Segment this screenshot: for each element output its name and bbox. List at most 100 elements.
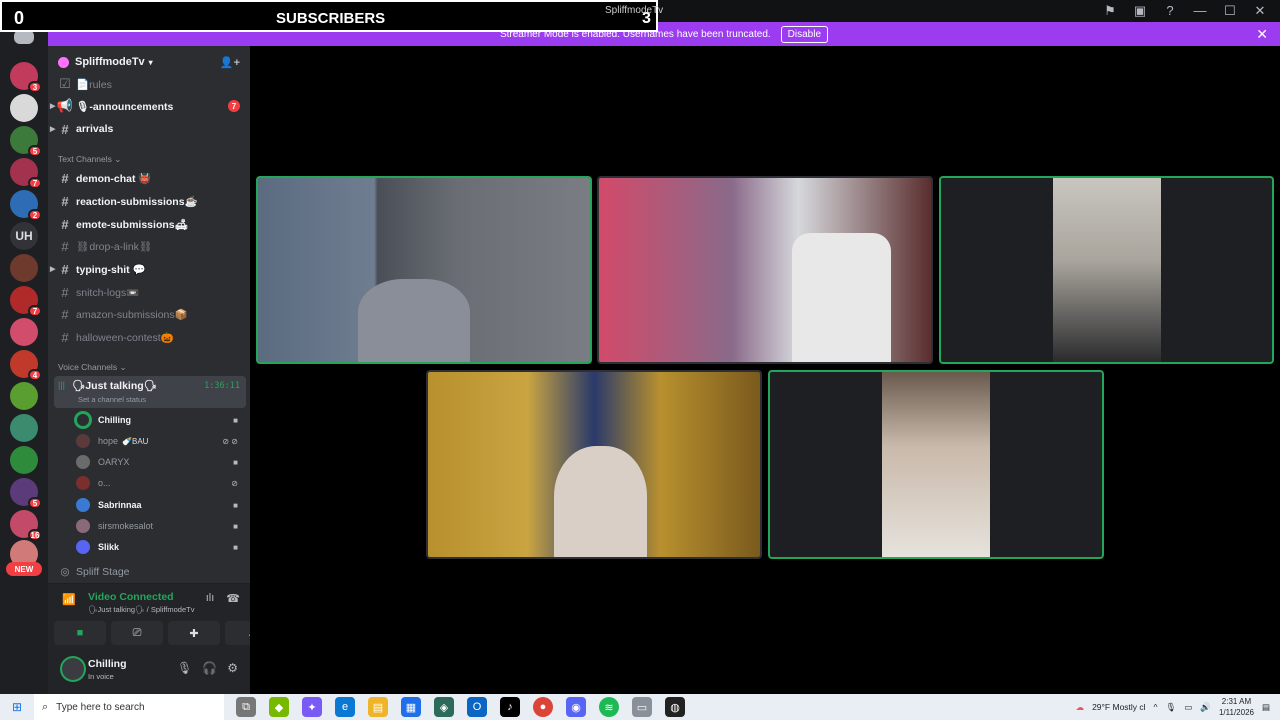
hash-icon: # xyxy=(61,306,69,322)
voice-user[interactable]: o... ⊘ xyxy=(76,473,246,493)
chevron-up-icon[interactable]: ^ xyxy=(1154,702,1158,712)
disable-button[interactable]: Disable xyxy=(780,25,829,43)
video-tile[interactable] xyxy=(256,176,592,364)
channel-status[interactable]: Set a channel status xyxy=(78,395,146,404)
close-icon[interactable]: ✕ xyxy=(1256,26,1268,43)
server-icon[interactable]: 16 xyxy=(10,510,42,541)
rules-icon: ☑ xyxy=(59,76,71,91)
server-icon[interactable] xyxy=(10,94,38,122)
user-panel: Chilling In voice 🎙 🎧 ⚙ xyxy=(48,649,250,694)
channel-spliff-stage[interactable]: ◎ Spliff Stage xyxy=(56,566,129,578)
server-icon[interactable]: 5 xyxy=(10,478,42,509)
nvidia-icon[interactable]: ◆ xyxy=(269,697,289,717)
server-icon[interactable]: 7 xyxy=(10,286,42,317)
video-tile[interactable] xyxy=(939,176,1274,364)
channel-item[interactable]: # amazon-submissions📦 xyxy=(56,304,246,324)
new-badge[interactable]: NEW xyxy=(6,562,42,576)
voice-user[interactable]: sirsmokesalot ■ xyxy=(76,516,246,536)
volume-icon[interactable]: 🔊 xyxy=(1200,702,1211,713)
notifications-icon[interactable]: ▤ xyxy=(1262,702,1270,713)
weather-text[interactable]: 29°F Mostly cl xyxy=(1092,702,1145,712)
close-window-icon[interactable]: ✕ xyxy=(1252,3,1268,19)
user-name[interactable]: Chilling xyxy=(88,658,127,670)
help-icon[interactable]: ? xyxy=(1162,3,1178,19)
obs-icon[interactable]: ◍ xyxy=(665,697,685,717)
avatar xyxy=(76,476,90,490)
windows-start-icon[interactable]: ⊞ xyxy=(0,700,34,714)
server-icon[interactable]: UH xyxy=(10,222,38,250)
server-icon[interactable]: 4 xyxy=(10,350,42,381)
server-icon[interactable]: 7 xyxy=(10,158,42,189)
chrome-icon[interactable]: ● xyxy=(533,697,553,717)
voice-user-name: Sabrinnaa xyxy=(98,500,142,510)
channel-item[interactable]: # halloween-contest🎃 xyxy=(56,327,246,347)
video-tile[interactable] xyxy=(768,370,1104,559)
tiktok-icon[interactable]: ♪ xyxy=(500,697,520,717)
microphone-icon[interactable]: 🎙 xyxy=(177,661,192,675)
copilot-icon[interactable]: ✦ xyxy=(302,697,322,717)
server-icon[interactable] xyxy=(10,318,38,346)
task-view-icon[interactable]: ⧉ xyxy=(236,697,256,717)
disconnect-icon[interactable]: ☎ xyxy=(226,592,240,605)
category-voice-channels[interactable]: Voice Channels ⌄ xyxy=(58,362,127,373)
stage-icon: ◎ xyxy=(60,566,70,578)
screenshare-button[interactable]: ⎚ xyxy=(111,621,163,645)
clock-date: 1/11/2026 xyxy=(1218,708,1254,717)
activities-button[interactable]: ✚ xyxy=(168,621,220,645)
voice-connection-subtitle[interactable]: 🗣Just talking🗣 / SpliffmodeTv xyxy=(88,605,194,614)
server-icon[interactable] xyxy=(10,254,38,282)
file-explorer-icon[interactable]: ▤ xyxy=(368,697,388,717)
invite-people-icon[interactable]: 👤+ xyxy=(220,56,240,69)
channel-item[interactable]: # emote-submissions🛋 xyxy=(56,214,246,234)
minimize-icon[interactable]: — xyxy=(1192,3,1208,19)
voice-connection-title[interactable]: Video Connected xyxy=(88,591,174,603)
window-icon[interactable]: ▣ xyxy=(1132,3,1148,19)
headset-icon[interactable]: 🎧 xyxy=(202,661,217,675)
app-icon[interactable]: ◈ xyxy=(434,697,454,717)
outlook-icon[interactable]: O xyxy=(467,697,487,717)
discord-home-icon[interactable] xyxy=(14,30,34,44)
channel-item[interactable]: # ⛓drop-a-link⛓ xyxy=(56,236,246,256)
server-icon[interactable]: 3 xyxy=(10,62,42,93)
channel-item[interactable]: # snitch-logs📼 xyxy=(56,282,246,302)
server-icon[interactable] xyxy=(10,382,38,410)
voice-user[interactable]: Chilling ■ xyxy=(76,410,246,430)
mention-badge: 7 xyxy=(28,305,42,317)
mention-badge: 7 xyxy=(228,100,240,112)
voice-user[interactable]: Sabrinnaa ■ xyxy=(76,495,246,515)
store-icon[interactable]: ▦ xyxy=(401,697,421,717)
server-icon[interactable] xyxy=(10,414,38,442)
video-tile[interactable] xyxy=(426,370,762,559)
channel-announcements[interactable]: ▶ 📢 🎙-announcements 7 xyxy=(50,96,246,116)
user-tag: 🍼BAU xyxy=(122,436,149,446)
channel-rules[interactable]: ☑ 📄rules xyxy=(56,74,246,94)
camera-icon: ■ xyxy=(233,457,238,467)
edge-icon[interactable]: e xyxy=(335,697,355,717)
voice-user[interactable]: OARYX ■ xyxy=(76,452,246,472)
clock[interactable]: 2:31 AM 1/11/2026 xyxy=(1219,696,1254,718)
settings-gear-icon[interactable]: ⚙ xyxy=(227,661,238,675)
server-icon[interactable] xyxy=(10,446,38,474)
discord-icon[interactable]: ◉ xyxy=(566,697,586,717)
avatar[interactable] xyxy=(62,658,84,680)
category-text-channels[interactable]: Text Channels ⌄ xyxy=(58,154,121,165)
video-tile[interactable] xyxy=(597,176,933,364)
network-icon[interactable]: ▭ xyxy=(1184,702,1192,713)
channel-item[interactable]: # demon-chat 👹 xyxy=(56,168,246,188)
spotify-icon[interactable]: ≋ xyxy=(599,697,619,717)
maximize-icon[interactable]: ☐ xyxy=(1222,3,1238,19)
channel-arrivals[interactable]: ▶ # arrivals xyxy=(50,119,246,139)
voice-channel-just-talking[interactable]: ||| 🗣Just talking🗣 1:36:11 Set a channel… xyxy=(54,376,246,408)
microphone-icon[interactable]: 🎙 xyxy=(1166,702,1177,713)
noise-suppression-icon[interactable]: ılı xyxy=(206,592,215,605)
inbox-icon[interactable]: ⚑ xyxy=(1102,3,1118,19)
server-icon[interactable]: 2 xyxy=(10,190,42,221)
channel-item[interactable]: ▶ # typing-shit 💬 xyxy=(50,259,246,279)
camera-button[interactable]: ■ xyxy=(54,621,106,645)
server-icon[interactable]: 5 xyxy=(10,126,42,157)
app-icon[interactable]: ▭ xyxy=(632,697,652,717)
voice-user[interactable]: Slikk ■ xyxy=(76,537,246,557)
taskbar-search[interactable]: ⌕ Type here to search xyxy=(34,694,224,720)
voice-user[interactable]: hope 🍼BAU ⊘ ⊘ xyxy=(76,431,246,451)
channel-item[interactable]: # reaction-submissions☕ xyxy=(56,191,246,211)
